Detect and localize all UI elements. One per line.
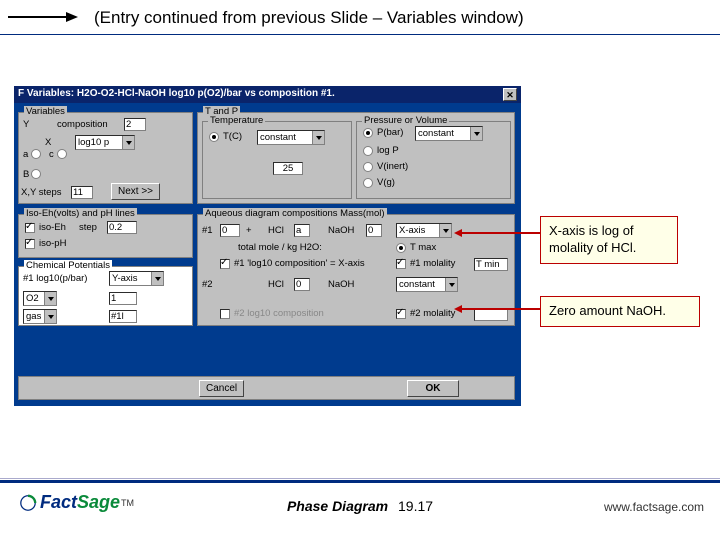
legend-aqueous: Aqueous diagram compositions Mass(mol) bbox=[203, 208, 387, 219]
tmax-label: T max bbox=[410, 242, 436, 253]
chk1b-label: #1 molality bbox=[410, 258, 455, 269]
xysteps-label: X,Y steps bbox=[21, 187, 62, 198]
chk-ph[interactable] bbox=[25, 239, 35, 249]
callout-arrow-1 bbox=[462, 232, 540, 234]
callout-arrow-2 bbox=[462, 308, 540, 310]
row2-hcl: HCl bbox=[268, 279, 284, 290]
fieldset-iso: Iso-Eh(volts) and pH lines iso-Eh step 0… bbox=[18, 214, 193, 258]
legend-temperature: Temperature bbox=[208, 115, 265, 126]
t-input[interactable]: 25 bbox=[273, 162, 303, 175]
chk1a[interactable] bbox=[220, 259, 230, 269]
yaxis-select[interactable]: Y-axis bbox=[109, 271, 164, 286]
row1-a[interactable]: a bbox=[294, 224, 310, 237]
ph-label: iso-pH bbox=[39, 238, 66, 249]
row2-num: #2 bbox=[202, 279, 213, 290]
chk1b[interactable] bbox=[396, 259, 406, 269]
legend-iso: Iso-Eh(volts) and pH lines bbox=[24, 208, 137, 219]
b-label: B bbox=[23, 169, 29, 180]
log10p-select[interactable]: log10 p bbox=[75, 135, 135, 150]
ok-button[interactable]: OK bbox=[407, 380, 459, 397]
row1-naoh: NaOH bbox=[328, 225, 354, 236]
tmin-input[interactable]: T min bbox=[474, 258, 508, 271]
titlebar: F Variables: H2O-O2-HCl-NaOH log10 p(O2)… bbox=[14, 86, 521, 103]
radio-c[interactable] bbox=[57, 149, 67, 159]
row1-b[interactable]: 0 bbox=[366, 224, 382, 237]
vinert-label: V(inert) bbox=[377, 161, 408, 172]
button-bar: Cancel OK bbox=[18, 376, 515, 400]
pbar-select[interactable]: constant bbox=[415, 126, 483, 141]
divider-bottom-light bbox=[0, 478, 720, 479]
window-title: F Variables: H2O-O2-HCl-NaOH log10 p(O2)… bbox=[18, 88, 335, 101]
row1-hcl: HCl bbox=[268, 225, 284, 236]
h1l-input[interactable]: #1l bbox=[109, 310, 137, 323]
radio-a[interactable] bbox=[31, 149, 41, 159]
row2-const[interactable]: constant bbox=[396, 277, 458, 292]
row1-num: #1 bbox=[202, 225, 213, 236]
a-label: a bbox=[23, 149, 28, 160]
callout-xaxis: X-axis is log of molality of HCl. bbox=[540, 216, 678, 264]
fieldset-pressure: Pressure or Volume P(bar) constant log P… bbox=[356, 121, 511, 199]
tc-select[interactable]: constant bbox=[257, 130, 325, 145]
composition-input[interactable]: 2 bbox=[124, 118, 146, 131]
radio-vinert[interactable] bbox=[363, 162, 373, 172]
step-label: step bbox=[79, 222, 97, 233]
o2-input[interactable]: 1 bbox=[109, 292, 137, 305]
row1-plus: + bbox=[246, 225, 252, 236]
legend-pressure: Pressure or Volume bbox=[362, 115, 449, 126]
total-label: total mole / kg H2O: bbox=[238, 242, 322, 253]
radio-tmax[interactable] bbox=[396, 243, 406, 253]
y-label: Y bbox=[23, 119, 29, 130]
logp-label: log P bbox=[377, 145, 399, 156]
row1-xaxis[interactable]: X-axis bbox=[396, 223, 452, 238]
x-label: X bbox=[45, 137, 51, 148]
chk1a-label: #1 'log10 composition' = X-axis bbox=[234, 258, 365, 269]
h1-label: #1 log10(p/bar) bbox=[23, 273, 87, 284]
fieldset-tandp: T and P Temperature T(C) constant 25 Pre… bbox=[197, 112, 515, 204]
o2-select[interactable]: O2 bbox=[23, 291, 57, 306]
vgas-label: V(g) bbox=[377, 177, 395, 188]
callout-naoh: Zero amount NaOH. bbox=[540, 296, 700, 327]
chk2b[interactable] bbox=[396, 309, 406, 319]
composition-label: composition bbox=[57, 119, 108, 130]
pbar-label: P(bar) bbox=[377, 127, 403, 138]
divider-bottom bbox=[0, 480, 720, 483]
c-label: c bbox=[49, 149, 54, 160]
fieldset-variables: Variables Y composition 2 X log10 p a c … bbox=[18, 112, 193, 204]
chk-eh[interactable] bbox=[25, 223, 35, 233]
cancel-button[interactable]: Cancel bbox=[199, 380, 244, 397]
next-button[interactable]: Next >> bbox=[111, 183, 160, 200]
slide-title: (Entry continued from previous Slide – V… bbox=[94, 8, 524, 28]
radio-b[interactable] bbox=[31, 169, 41, 179]
row2-a[interactable]: 0 bbox=[294, 278, 310, 291]
gas-select[interactable]: gas bbox=[23, 309, 57, 324]
close-icon[interactable]: ✕ bbox=[503, 88, 517, 101]
chk2a[interactable] bbox=[220, 309, 230, 319]
radio-pbar[interactable] bbox=[363, 128, 373, 138]
step-input[interactable]: 0.2 bbox=[107, 221, 137, 234]
row2-naoh: NaOH bbox=[328, 279, 354, 290]
variables-window: F Variables: H2O-O2-HCl-NaOH log10 p(O2)… bbox=[14, 86, 521, 406]
chk2b-label: #2 molality bbox=[410, 308, 455, 319]
legend-chempot: Chemical Potentials bbox=[24, 260, 112, 271]
row1-v1[interactable]: 0 bbox=[220, 224, 240, 237]
xysteps-input[interactable]: 11 bbox=[71, 186, 93, 199]
fieldset-temperature: Temperature T(C) constant 25 bbox=[202, 121, 352, 199]
fieldset-chempot: Chemical Potentials #1 log10(p/bar) Y-ax… bbox=[18, 266, 193, 326]
continuation-arrow bbox=[8, 14, 80, 20]
radio-vgas[interactable] bbox=[363, 178, 373, 188]
legend-variables: Variables bbox=[24, 106, 67, 117]
radio-tc[interactable] bbox=[209, 132, 219, 142]
chk2a-label: #2 log10 composition bbox=[234, 308, 324, 319]
footer-url: www.factsage.com bbox=[604, 500, 704, 514]
tc-label: T(C) bbox=[223, 131, 242, 142]
eh-label: iso-Eh bbox=[39, 222, 66, 233]
divider-top bbox=[0, 34, 720, 35]
radio-logp[interactable] bbox=[363, 146, 373, 156]
